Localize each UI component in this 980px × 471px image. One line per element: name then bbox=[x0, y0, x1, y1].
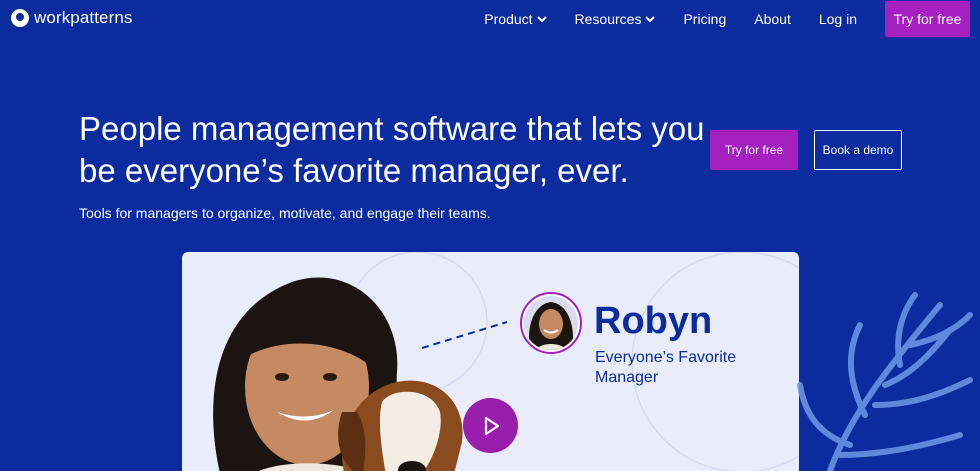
nav-resources-label: Resources bbox=[574, 11, 642, 27]
brand-logo[interactable]: workpatterns bbox=[11, 7, 133, 29]
nav-resources[interactable]: Resources bbox=[575, 11, 656, 27]
top-nav: workpatterns Product Resources Pricing A… bbox=[0, 0, 980, 38]
person-role: Everyone’s Favorite Manager bbox=[595, 349, 737, 386]
logo-icon bbox=[11, 9, 29, 27]
hero-subtitle: Tools for managers to organize, motivate… bbox=[79, 205, 491, 221]
avatar bbox=[520, 292, 582, 354]
leaf-decoration-icon bbox=[797, 292, 973, 471]
nav-links: Product Resources Pricing About Log in T… bbox=[484, 0, 970, 38]
avatar-photo bbox=[524, 296, 578, 350]
nav-try-for-free-button[interactable]: Try for free bbox=[885, 1, 970, 37]
page: workpatterns Product Resources Pricing A… bbox=[0, 0, 980, 471]
person-name: Robyn bbox=[594, 300, 713, 342]
try-for-free-button[interactable]: Try for free bbox=[710, 130, 798, 170]
nav-product[interactable]: Product bbox=[484, 11, 547, 27]
brand-name: workpatterns bbox=[34, 8, 133, 27]
play-button[interactable] bbox=[463, 398, 518, 453]
book-demo-button[interactable]: Book a demo bbox=[814, 130, 902, 170]
chevron-down-icon bbox=[645, 16, 656, 23]
nav-pricing[interactable]: Pricing bbox=[683, 11, 726, 27]
nav-about[interactable]: About bbox=[754, 11, 791, 27]
video-card[interactable]: Robyn Everyone’s Favorite Manager bbox=[182, 252, 799, 471]
chevron-down-icon bbox=[536, 16, 547, 23]
nav-login[interactable]: Log in bbox=[819, 11, 857, 27]
hero-title: People management software that lets you… bbox=[79, 110, 705, 189]
nav-product-label: Product bbox=[484, 11, 533, 27]
play-icon bbox=[484, 416, 499, 435]
